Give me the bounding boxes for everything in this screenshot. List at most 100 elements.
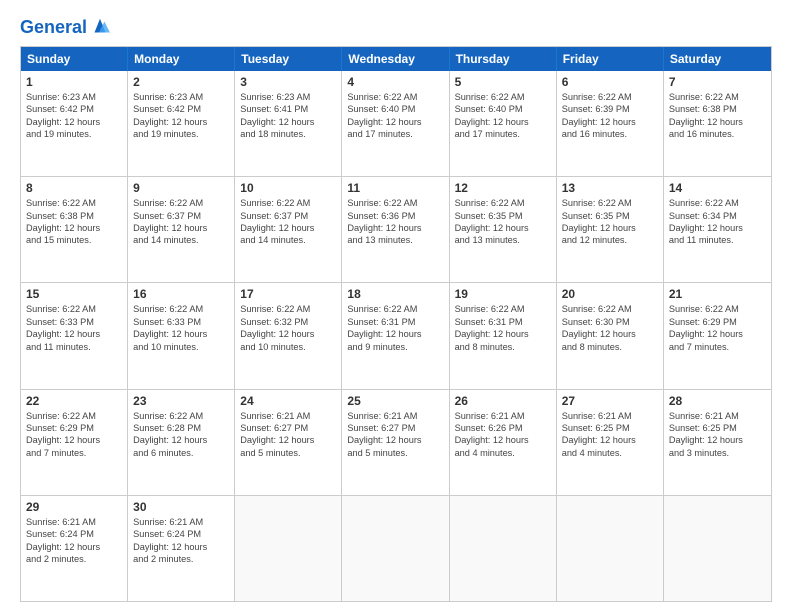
cell-line-2: Daylight: 12 hours xyxy=(455,222,551,234)
cell-line-1: Sunset: 6:31 PM xyxy=(347,316,443,328)
cell-line-3: and 7 minutes. xyxy=(669,341,766,353)
cell-line-2: Daylight: 12 hours xyxy=(26,434,122,446)
cell-line-1: Sunset: 6:31 PM xyxy=(455,316,551,328)
cell-line-0: Sunrise: 6:21 AM xyxy=(26,516,122,528)
logo-icon xyxy=(89,16,111,38)
day-number: 9 xyxy=(133,181,229,195)
calendar-cell-8: 8 Sunrise: 6:22 AMSunset: 6:38 PMDaylight… xyxy=(21,177,128,282)
cell-line-0: Sunrise: 6:21 AM xyxy=(347,410,443,422)
calendar-cell-7: 7Sunrise: 6:22 AMSunset: 6:38 PMDaylight… xyxy=(664,71,771,176)
cell-line-3: and 13 minutes. xyxy=(347,234,443,246)
day-number: 8 xyxy=(26,181,122,195)
header: General xyxy=(20,18,772,38)
calendar-cell-3: 3Sunrise: 6:23 AMSunset: 6:41 PMDaylight… xyxy=(235,71,342,176)
cell-line-0: Sunrise: 6:22 AM xyxy=(26,410,122,422)
day-number: 17 xyxy=(240,287,336,301)
calendar-cell-10: 10Sunrise: 6:22 AMSunset: 6:37 PMDayligh… xyxy=(235,177,342,282)
day-number: 23 xyxy=(133,394,229,408)
calendar-cell-29: 29Sunrise: 6:21 AMSunset: 6:24 PMDayligh… xyxy=(21,496,128,601)
calendar-cell-empty xyxy=(664,496,771,601)
cell-line-2: Daylight: 12 hours xyxy=(26,328,122,340)
cell-line-2: Daylight: 12 hours xyxy=(133,328,229,340)
cell-line-2: Daylight: 12 hours xyxy=(562,116,658,128)
day-number: 28 xyxy=(669,394,766,408)
day-number: 24 xyxy=(240,394,336,408)
cell-line-1: Sunset: 6:29 PM xyxy=(669,316,766,328)
cell-line-3: and 8 minutes. xyxy=(455,341,551,353)
cell-line-3: and 11 minutes. xyxy=(669,234,766,246)
header-day-wednesday: Wednesday xyxy=(342,47,449,71)
cell-line-1: Sunset: 6:25 PM xyxy=(562,422,658,434)
cell-line-3: and 19 minutes. xyxy=(26,128,122,140)
cell-line-0: Sunrise: 6:22 AM xyxy=(26,197,122,209)
day-number: 13 xyxy=(562,181,658,195)
cell-line-1: Sunset: 6:24 PM xyxy=(133,528,229,540)
cell-line-1: Sunset: 6:26 PM xyxy=(455,422,551,434)
cell-line-1: Sunset: 6:25 PM xyxy=(669,422,766,434)
calendar-header: SundayMondayTuesdayWednesdayThursdayFrid… xyxy=(21,47,771,71)
cell-line-0: Sunrise: 6:22 AM xyxy=(347,91,443,103)
calendar-row-5: 29Sunrise: 6:21 AMSunset: 6:24 PMDayligh… xyxy=(21,495,771,601)
calendar-cell-13: 13Sunrise: 6:22 AMSunset: 6:35 PMDayligh… xyxy=(557,177,664,282)
cell-line-0: Sunrise: 6:22 AM xyxy=(133,410,229,422)
day-number: 12 xyxy=(455,181,551,195)
cell-line-0: Sunrise: 6:22 AM xyxy=(240,197,336,209)
day-number: 19 xyxy=(455,287,551,301)
cell-line-0: Sunrise: 6:22 AM xyxy=(669,91,766,103)
cell-line-2: Daylight: 12 hours xyxy=(347,116,443,128)
cell-line-0: Sunrise: 6:22 AM xyxy=(669,197,766,209)
cell-line-1: Sunset: 6:32 PM xyxy=(240,316,336,328)
day-number: 29 xyxy=(26,500,122,514)
cell-line-3: and 11 minutes. xyxy=(26,341,122,353)
cell-line-2: Daylight: 12 hours xyxy=(240,222,336,234)
cell-line-2: Daylight: 12 hours xyxy=(26,222,122,234)
day-number: 5 xyxy=(455,75,551,89)
cell-line-0: Sunrise: 6:22 AM xyxy=(347,197,443,209)
calendar-cell-16: 16Sunrise: 6:22 AMSunset: 6:33 PMDayligh… xyxy=(128,283,235,388)
cell-line-0: Sunrise: 6:23 AM xyxy=(133,91,229,103)
cell-line-2: Daylight: 12 hours xyxy=(133,434,229,446)
cell-line-1: Sunset: 6:34 PM xyxy=(669,210,766,222)
day-number: 16 xyxy=(133,287,229,301)
day-number: 25 xyxy=(347,394,443,408)
day-number: 15 xyxy=(26,287,122,301)
calendar-cell-20: 20Sunrise: 6:22 AMSunset: 6:30 PMDayligh… xyxy=(557,283,664,388)
cell-line-3: and 10 minutes. xyxy=(240,341,336,353)
cell-line-2: Daylight: 12 hours xyxy=(347,434,443,446)
cell-line-0: Sunrise: 6:22 AM xyxy=(455,303,551,315)
calendar-cell-empty xyxy=(557,496,664,601)
cell-line-3: and 17 minutes. xyxy=(347,128,443,140)
page: General SundayMondayTuesdayWednesdayThur… xyxy=(0,0,792,612)
day-number: 4 xyxy=(347,75,443,89)
day-number: 2 xyxy=(133,75,229,89)
cell-line-2: Daylight: 12 hours xyxy=(133,222,229,234)
cell-line-3: and 14 minutes. xyxy=(133,234,229,246)
cell-line-1: Sunset: 6:30 PM xyxy=(562,316,658,328)
cell-line-1: Sunset: 6:38 PM xyxy=(26,210,122,222)
day-number: 21 xyxy=(669,287,766,301)
cell-line-0: Sunrise: 6:22 AM xyxy=(562,197,658,209)
header-day-saturday: Saturday xyxy=(664,47,771,71)
logo: General xyxy=(20,18,111,38)
cell-line-2: Daylight: 12 hours xyxy=(562,434,658,446)
day-number: 26 xyxy=(455,394,551,408)
cell-line-3: and 13 minutes. xyxy=(455,234,551,246)
cell-line-0: Sunrise: 6:21 AM xyxy=(133,516,229,528)
calendar-cell-27: 27Sunrise: 6:21 AMSunset: 6:25 PMDayligh… xyxy=(557,390,664,495)
cell-line-2: Daylight: 12 hours xyxy=(347,222,443,234)
cell-line-2: Daylight: 12 hours xyxy=(240,434,336,446)
cell-line-3: and 17 minutes. xyxy=(455,128,551,140)
calendar-cell-15: 15Sunrise: 6:22 AMSunset: 6:33 PMDayligh… xyxy=(21,283,128,388)
cell-line-0: Sunrise: 6:22 AM xyxy=(347,303,443,315)
day-number: 20 xyxy=(562,287,658,301)
calendar-cell-23: 23Sunrise: 6:22 AMSunset: 6:28 PMDayligh… xyxy=(128,390,235,495)
cell-line-1: Sunset: 6:40 PM xyxy=(347,103,443,115)
cell-line-2: Daylight: 12 hours xyxy=(562,328,658,340)
day-number: 14 xyxy=(669,181,766,195)
cell-line-0: Sunrise: 6:21 AM xyxy=(562,410,658,422)
day-number: 6 xyxy=(562,75,658,89)
cell-line-1: Sunset: 6:35 PM xyxy=(455,210,551,222)
cell-line-3: and 19 minutes. xyxy=(133,128,229,140)
calendar-cell-empty xyxy=(342,496,449,601)
cell-line-3: and 16 minutes. xyxy=(562,128,658,140)
